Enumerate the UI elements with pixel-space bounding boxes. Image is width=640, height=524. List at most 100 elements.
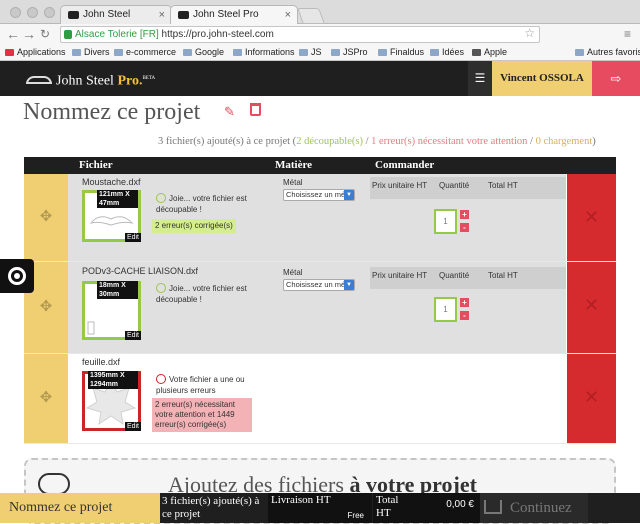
delete-file-button[interactable]: ✕ [567,174,616,261]
move-icon: ✥ [39,298,53,315]
edit-button[interactable]: Edit [124,422,141,431]
delete-file-button[interactable]: ✕ [567,354,616,443]
order-header: Prix unitaire HT Quantité Total HT [370,267,566,289]
browser-tab-bar: John Steel × John Steel Pro × [0,0,640,24]
drag-handle[interactable]: ✥ [24,174,68,261]
bookmark-jspro[interactable]: JSPro [331,44,368,60]
bookmark-idees[interactable]: Idées [430,44,464,60]
decrement-button[interactable]: - [460,311,469,320]
cart-icon [484,500,502,514]
status-badge: 2 erreur(s) nécessitant votre attention … [152,398,252,432]
total-value: 0,00 € [446,499,474,510]
summary-loading: 0 chargement [535,136,593,147]
window-close-button[interactable] [10,7,21,18]
smile-icon [156,283,166,293]
drag-handle[interactable]: ✥ [24,354,68,443]
bookmark-label: JS [311,47,322,57]
bookmark-e-commerce[interactable]: e-commerce [114,44,176,60]
close-icon: ✕ [584,295,600,315]
browser-tab-john-steel[interactable]: John Steel × [60,5,172,24]
file-preview[interactable]: 121mm X 47mm Edit [82,190,141,242]
delivery-value: Free [347,511,364,520]
increment-button[interactable]: + [460,210,469,219]
folder-icon [378,49,387,56]
reload-icon[interactable]: ↻ [40,26,50,42]
mustache-logo-icon [26,75,52,84]
bookmark-label: Applications [17,47,66,57]
bookmark-applications[interactable]: Applications [5,44,66,60]
header-material: Matière [275,159,313,171]
summary-sep: / [527,136,536,147]
bookmark-label: Idées [442,47,465,57]
total-header: Total HT [488,271,518,280]
menu-button[interactable]: ☰ [468,61,492,96]
material-select[interactable]: Choisissez un mé ▼ [283,189,355,201]
header-order: Commander [375,159,435,171]
summary-errors: 1 erreur(s) nécessitant votre attention [371,136,528,147]
bookmark-finaldus[interactable]: Finaldus [378,44,424,60]
file-preview[interactable]: 18mm X 30mm Edit [82,281,141,340]
move-icon: ✥ [39,208,53,225]
window-minimize-button[interactable] [27,7,38,18]
chevron-down-icon: ▼ [344,190,354,200]
bookmark-apple[interactable]: Apple [472,44,507,60]
tab-label: John Steel [83,9,131,20]
help-widget-button[interactable] [0,259,34,293]
file-dimensions: 121mm X 47mm [97,190,138,208]
quantity-header: Quantité [439,181,470,190]
pencil-icon[interactable]: ✎ [224,104,236,119]
file-preview[interactable]: 1395mm X 1294mm Edit [82,371,141,431]
site-logo[interactable]: John Steel Pro.BETA [26,69,155,92]
status-text: Joie... votre fichier est découpable ! [156,284,247,304]
bookmark-informations[interactable]: Informations [233,44,295,60]
bottom-files-count: 3 fichier(s) ajouté(s) à ce projet [160,493,267,523]
lock-icon [64,30,72,39]
tab-close-icon[interactable]: × [159,6,165,24]
menu-icon[interactable]: ≡ [624,26,631,42]
logout-button[interactable]: ⇨ [592,61,640,96]
user-account-button[interactable]: Vincent OSSOLA [492,61,592,96]
bookmark-star-icon[interactable]: ☆ [524,26,535,41]
project-title[interactable]: Nommez ce projet [23,98,200,126]
quantity-input[interactable]: 1 [434,297,457,322]
material-label: Métal [283,268,303,277]
window-zoom-button[interactable] [44,7,55,18]
bookmark-divers[interactable]: Divers [72,44,110,60]
total-summary: Total HT 0,00 € [373,493,480,523]
summary-suffix: ) [592,136,596,147]
bookmark-label: Autres favoris [587,47,640,57]
increment-button[interactable]: + [460,298,469,307]
decrement-button[interactable]: - [460,223,469,232]
material-label: Métal [283,178,303,187]
trash-icon[interactable] [250,103,261,116]
bookmark-autres-favoris[interactable]: Autres favoris [575,44,640,60]
status-text: Joie... votre fichier est découpable ! [156,194,247,214]
frown-icon [156,374,166,384]
delete-file-button[interactable]: ✕ [567,262,616,353]
bookmark-label: Google [195,47,225,57]
quantity-input[interactable]: 1 [434,209,457,234]
close-icon: ✕ [584,207,600,227]
continue-button[interactable]: Continuez [480,493,588,523]
bookmark-google[interactable]: Google [183,44,224,60]
header-file: Fichier [79,159,113,171]
material-select[interactable]: Choisissez un mé ▼ [283,279,355,291]
address-bar[interactable]: Alsace Tolerie [FR] https://pro.john-ste… [60,26,540,43]
mustache-favicon-icon [68,11,79,19]
tab-close-icon[interactable]: × [285,6,291,24]
edit-button[interactable]: Edit [124,331,141,340]
edit-button[interactable]: Edit [124,233,141,242]
bookmark-label: JSPro [343,47,368,57]
back-icon[interactable]: ← [6,26,20,42]
browser-toolbar: ← → ↻ Alsace Tolerie [FR] https://pro.jo… [0,24,640,65]
forward-icon[interactable]: → [22,26,36,42]
folder-icon [72,49,81,56]
new-tab-button[interactable] [297,8,325,24]
bottom-project-name[interactable]: Nommez ce projet [0,493,160,523]
browser-tab-john-steel-pro[interactable]: John Steel Pro × [170,5,298,24]
bookmark-label: Apple [484,47,508,57]
bookmark-js[interactable]: JS [299,44,322,60]
file-row: ✥ feuille.dxf 1395mm X 1294mm Edit Votre… [24,354,616,444]
file-name: PODv3-CACHE LIAISON.dxf [82,266,199,276]
folder-icon [331,49,340,56]
